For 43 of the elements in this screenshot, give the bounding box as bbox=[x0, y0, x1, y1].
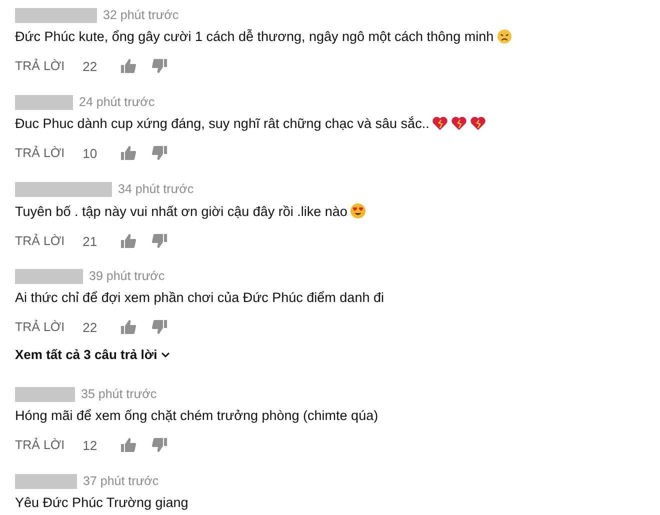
comment-time: 39 phút trước bbox=[89, 269, 165, 283]
redacted-name bbox=[15, 268, 83, 284]
reply-button[interactable]: TRẢ LỜI bbox=[15, 438, 65, 452]
like-count: 22 bbox=[82, 320, 98, 334]
thumbs-up-icon[interactable] bbox=[120, 59, 136, 73]
comment-text: Ai thức chỉ để đợi xem phần chơi của Đức Phúc điểm danh đi bbox=[15, 290, 384, 305]
redacted-name bbox=[15, 474, 77, 488]
like-count: 22 bbox=[82, 58, 98, 74]
comment-text: Đuc Phuc dành cup xứng đáng, suy nghĩ rât chững chạc và sâu sắc.. bbox=[15, 116, 430, 131]
comment-time: 24 phút trước bbox=[79, 95, 155, 109]
comment-text: Yêu Đức Phúc Trường giang bbox=[15, 495, 188, 510]
reply-button[interactable]: TRẢ LỜI bbox=[15, 320, 65, 334]
view-replies-link[interactable]: Xem tất cả 3 câu trả lời bbox=[15, 347, 660, 362]
reply-button[interactable]: TRẢ LỜI bbox=[15, 234, 65, 248]
thumbs-down-icon[interactable] bbox=[152, 320, 167, 334]
redacted-name bbox=[15, 386, 75, 402]
emoji-icon bbox=[350, 203, 366, 219]
redacted-name bbox=[15, 94, 73, 110]
thumbs-down-icon[interactable] bbox=[152, 59, 167, 73]
like-count: 12 bbox=[82, 438, 98, 452]
comment-text: Tuyên bố . tập này vui nhất ơn giời cậu đây rồi .like nào bbox=[15, 204, 348, 218]
heart-icon bbox=[470, 116, 486, 131]
thumbs-up-icon[interactable] bbox=[120, 320, 136, 334]
comment-text: Hóng mãi để xem ống chặt chém trưởng phòng (chimte qúa) bbox=[15, 408, 378, 423]
comment-time: 34 phút trước bbox=[118, 182, 194, 196]
heart-icon bbox=[451, 116, 468, 131]
heart-icon bbox=[432, 116, 448, 131]
thumbs-down-icon[interactable] bbox=[152, 234, 167, 248]
reply-button[interactable]: TRẢ LỜI bbox=[15, 146, 65, 160]
thumbs-up-icon[interactable] bbox=[120, 438, 136, 452]
comment-time: 37 phút trước bbox=[83, 474, 159, 488]
thumbs-down-icon[interactable] bbox=[152, 146, 167, 160]
like-count: 10 bbox=[82, 146, 98, 160]
comment-text: Đức Phúc kute, ổng gây cười 1 cách dễ thương, ngây ngô một cách thông minh bbox=[15, 29, 494, 44]
comment-time: 35 phút trước bbox=[81, 387, 157, 401]
reply-button[interactable]: TRẢ LỜI bbox=[15, 59, 65, 73]
thumbs-up-icon[interactable] bbox=[120, 146, 136, 160]
thumbs-up-icon[interactable] bbox=[120, 234, 136, 248]
emoji-icon bbox=[496, 29, 512, 44]
chevron-down-icon bbox=[161, 352, 170, 358]
like-count: 21 bbox=[82, 234, 98, 248]
comment-time: 32 phút trước bbox=[103, 8, 179, 22]
thumbs-down-icon[interactable] bbox=[152, 438, 167, 452]
